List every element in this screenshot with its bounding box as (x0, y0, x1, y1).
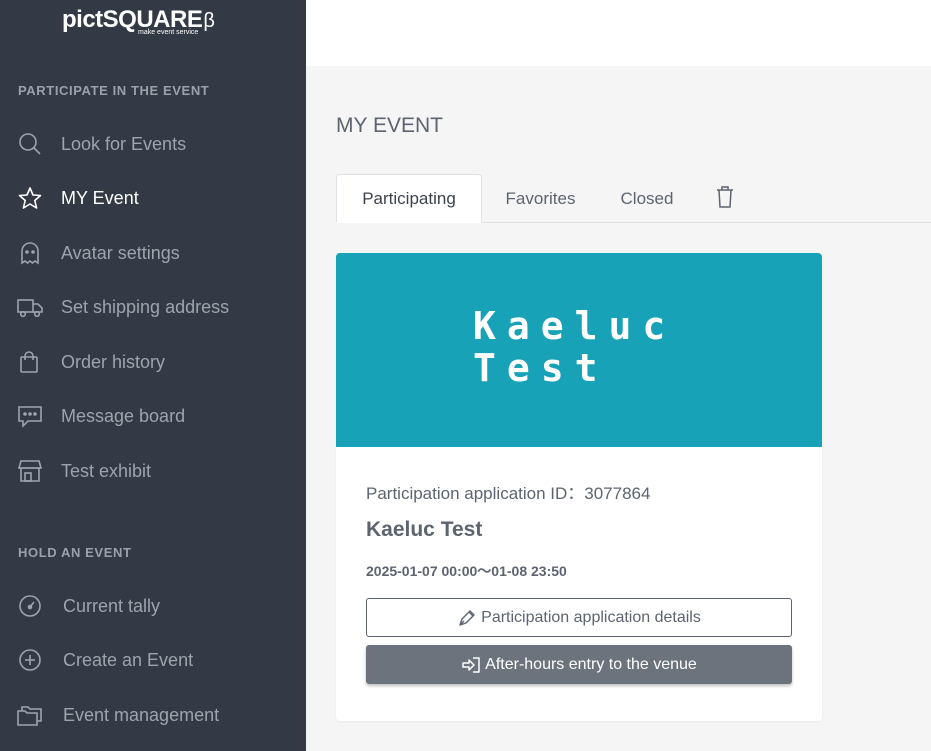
ghost-icon (17, 241, 43, 265)
after-hours-entry-button[interactable]: After-hours entry to the venue (366, 645, 792, 684)
banner-title: Kaeluc Test (473, 304, 677, 390)
sign-in-icon (461, 656, 481, 674)
sidebar-item-create-event[interactable]: Create an Event (0, 640, 306, 680)
sidebar-item-message-board[interactable]: Message board (0, 396, 306, 436)
sidebar-item-look-for-events[interactable]: Look for Events (0, 124, 306, 164)
sidebar-item-label: Test exhibit (61, 460, 152, 481)
tab-closed[interactable]: Closed (606, 174, 688, 223)
page-title: MY EVENT (336, 114, 443, 137)
logo-tagline: make event service (138, 29, 199, 36)
gauge-icon (17, 594, 43, 618)
sidebar: pictSQUAREβ make event service PARTICIPA… (0, 0, 306, 751)
sidebar-item-my-event[interactable]: MY Event (0, 178, 306, 218)
store-icon (17, 459, 43, 483)
sidebar-item-label: MY Event (61, 187, 139, 208)
participation-details-label: Participation application details (481, 608, 701, 626)
tab-participating[interactable]: Participating (336, 174, 482, 223)
event-card: Kaeluc Test Participation application ID… (336, 253, 822, 721)
truck-icon (17, 295, 43, 319)
after-hours-entry-label: After-hours entry to the venue (485, 655, 697, 673)
star-icon (17, 186, 43, 210)
tab-favorites[interactable]: Favorites (490, 174, 591, 223)
sidebar-item-label: Current tally (63, 595, 161, 616)
event-name: Kaeluc Test (366, 518, 483, 541)
top-bar (306, 0, 931, 66)
shopping-bag-icon (17, 350, 43, 374)
search-icon (17, 132, 43, 156)
sidebar-item-label: Create an Event (63, 649, 194, 670)
sidebar-item-label: Order history (61, 351, 166, 372)
sidebar-item-label: Set shipping address (61, 296, 230, 317)
sidebar-item-label: Avatar settings (61, 242, 180, 263)
sidebar-item-avatar-settings[interactable]: Avatar settings (0, 233, 306, 273)
beta-mark: β (203, 10, 215, 32)
application-id: Participation application ID：3077864 (366, 484, 651, 503)
sidebar-item-shipping-address[interactable]: Set shipping address (0, 287, 306, 327)
sidebar-item-label: Event management (63, 704, 220, 725)
sidebar-item-label: Message board (61, 405, 186, 426)
sidebar-item-current-tally[interactable]: Current tally (0, 586, 306, 626)
plus-circle-icon (17, 648, 43, 672)
sidebar-item-order-history[interactable]: Order history (0, 342, 306, 382)
message-icon (17, 404, 43, 428)
participation-details-button[interactable]: Participation application details (366, 598, 792, 637)
sidebar-item-event-management[interactable]: Event management (0, 695, 306, 735)
folders-icon (17, 703, 43, 727)
sidebar-item-label: Look for Events (61, 133, 187, 154)
section-title-hold: HOLD AN EVENT (18, 545, 132, 560)
event-banner[interactable]: Kaeluc Test (336, 253, 822, 447)
section-title-participate: PARTICIPATE IN THE EVENT (18, 83, 210, 98)
pen-icon (457, 609, 477, 627)
event-dates: 2025-01-07 00:00〜01-08 23:50 (366, 563, 567, 579)
sidebar-item-test-exhibit[interactable]: Test exhibit (0, 451, 306, 491)
trash-icon[interactable] (713, 184, 737, 210)
